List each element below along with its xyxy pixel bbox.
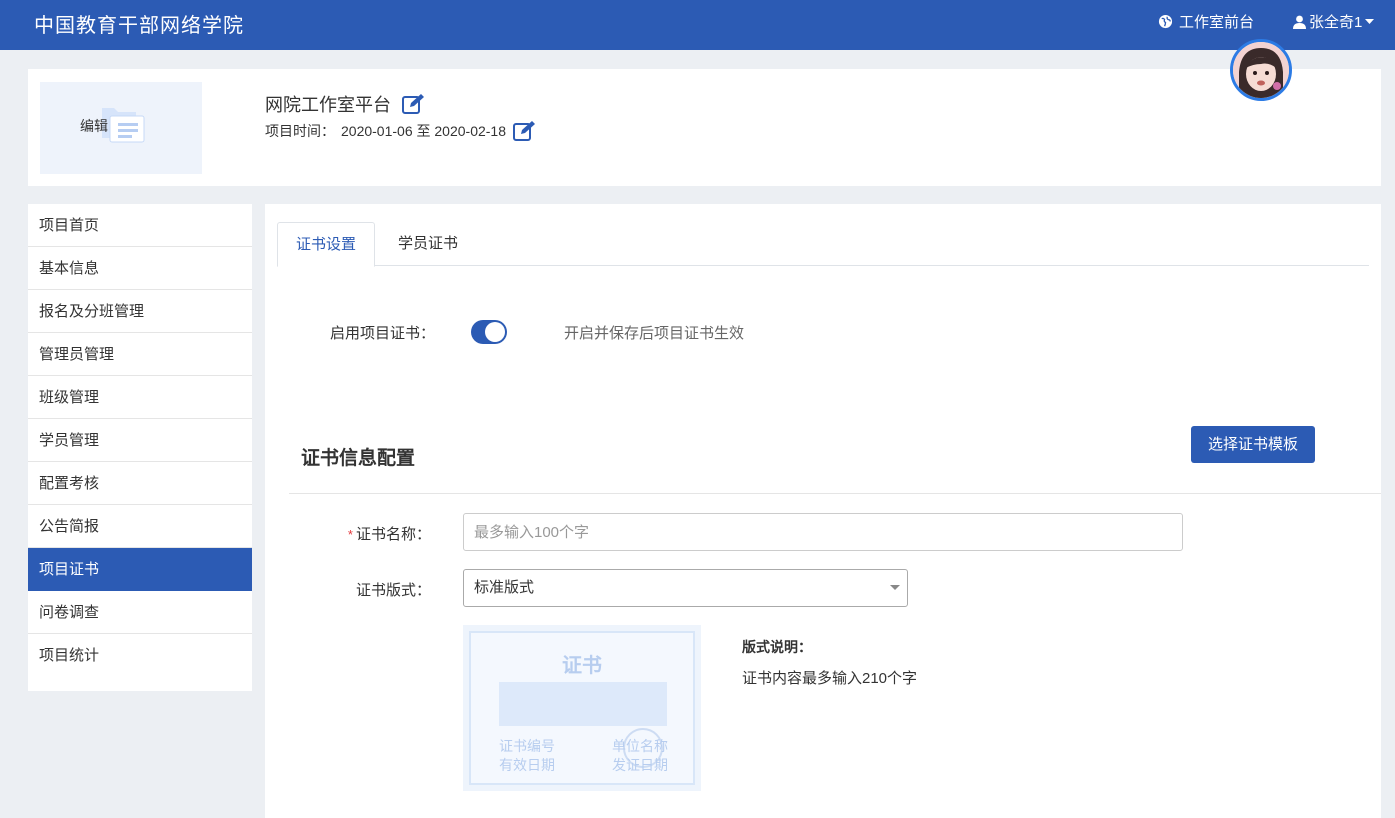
globe-icon <box>1158 14 1173 29</box>
sidebar-nav: 项目首页 基本信息 报名及分班管理 管理员管理 班级管理 学员管理 配置考核 公… <box>28 204 252 691</box>
tab-certificate-settings[interactable]: 证书设置 <box>277 222 376 267</box>
project-time-label: 项目时间： <box>265 123 335 139</box>
cert-name-input[interactable] <box>463 513 1183 551</box>
section-divider <box>289 493 1381 494</box>
format-desc-text: 证书内容最多输入210个字 <box>742 670 918 687</box>
sidebar-item-announcements[interactable]: 公告简报 <box>28 505 252 548</box>
site-brand[interactable]: 中国教育干部网络学院 <box>34 9 244 38</box>
preview-body-block <box>499 682 667 726</box>
preview-date-label: 有效日期 <box>499 757 555 773</box>
main-panel: 证书设置 学员证书 启用项目证书： 开启并保存后项目证书生效 证书信息配置 选择… <box>265 204 1381 818</box>
enable-certificate-toggle[interactable] <box>471 320 508 344</box>
sidebar-item-statistics[interactable]: 项目统计 <box>28 634 252 677</box>
sidebar-item-survey[interactable]: 问卷调查 <box>28 591 252 634</box>
sidebar-item-enrollment[interactable]: 报名及分班管理 <box>28 290 252 333</box>
project-time-value: 2020-01-06 至 2020-02-18 <box>341 123 507 139</box>
toggle-knob <box>485 322 506 342</box>
user-menu[interactable]: 张全奇1 <box>1293 11 1375 32</box>
cert-name-label: 证书名称： <box>355 526 431 543</box>
avatar[interactable] <box>1230 39 1292 101</box>
project-title-row: 网院工作室平台 <box>265 91 427 117</box>
top-navbar: 中国教育干部网络学院 工作室前台 张全奇1 <box>0 0 1395 50</box>
folder-doc-icon <box>102 108 145 143</box>
project-time-row: 项目时间： 2020-01-06 至 2020-02-18 <box>265 120 538 142</box>
caret-down-icon <box>1365 18 1375 24</box>
caret-down-icon <box>890 585 900 590</box>
required-mark: * <box>347 527 353 542</box>
tab-student-certificates[interactable]: 学员证书 <box>380 222 476 266</box>
sidebar-item-basic-info[interactable]: 基本信息 <box>28 247 252 290</box>
format-desc-title: 版式说明： <box>742 639 812 655</box>
cover-edit-label: 编辑 <box>80 118 108 134</box>
studio-front-link[interactable]: 工作室前台 <box>1158 11 1254 32</box>
preview-number-label: 证书编号 <box>499 738 555 754</box>
avatar-photo <box>1233 42 1289 98</box>
enable-certificate-row: 启用项目证书： 开启并保存后项目证书生效 <box>330 320 744 344</box>
certificate-preview: 证书 证书编号 有效日期 单位名称 发证日期 <box>463 625 701 791</box>
sidebar-item-assessment[interactable]: 配置考核 <box>28 462 252 505</box>
studio-front-label: 工作室前台 <box>1179 14 1255 31</box>
user-name: 张全奇1 <box>1309 14 1363 31</box>
project-cover[interactable]: 编辑 <box>40 82 202 174</box>
enable-certificate-hint: 开启并保存后项目证书生效 <box>564 324 745 342</box>
select-template-button[interactable]: 选择证书模板 <box>1191 426 1315 463</box>
enable-certificate-label: 启用项目证书： <box>330 324 436 342</box>
cert-format-select[interactable]: 标准版式 <box>463 569 908 607</box>
user-icon <box>1293 15 1306 29</box>
edit-title-icon[interactable] <box>401 93 427 115</box>
tab-bar: 证书设置 学员证书 <box>277 222 1369 267</box>
project-title: 网院工作室平台 <box>265 95 391 115</box>
sidebar-item-classes[interactable]: 班级管理 <box>28 376 252 419</box>
preview-frame: 证书 证书编号 有效日期 单位名称 发证日期 <box>469 631 695 785</box>
cert-format-label: 证书版式： <box>355 582 431 599</box>
project-header: 编辑 网院工作室平台 项目时间： 2020-01-06 至 2020-02-18 <box>28 69 1381 186</box>
sidebar-item-home[interactable]: 项目首页 <box>28 204 252 247</box>
sidebar-item-certificate[interactable]: 项目证书 <box>28 548 252 591</box>
edit-time-icon[interactable] <box>512 120 538 142</box>
sidebar-item-admins[interactable]: 管理员管理 <box>28 333 252 376</box>
preview-title: 证书 <box>562 655 602 677</box>
preview-issue-label: 发证日期 <box>612 757 668 773</box>
preview-org-label: 单位名称 <box>612 738 668 754</box>
section-title: 证书信息配置 <box>301 448 416 469</box>
cert-format-value: 标准版式 <box>474 579 535 596</box>
sidebar-item-students[interactable]: 学员管理 <box>28 419 252 462</box>
cert-name-label-row: * 证书名称： <box>311 523 431 544</box>
